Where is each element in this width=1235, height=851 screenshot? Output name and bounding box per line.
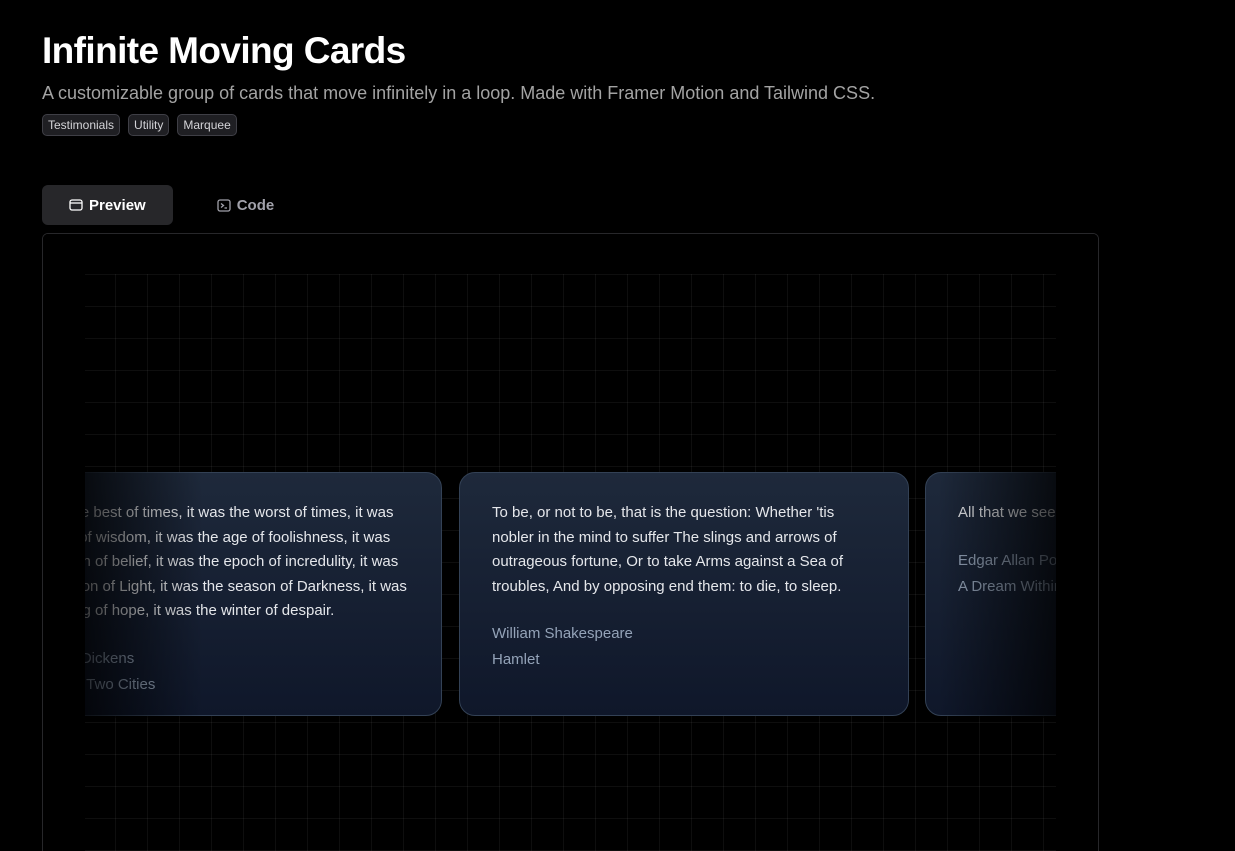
- tag-marquee[interactable]: Marquee: [177, 114, 237, 136]
- tag-list: Testimonials Utility Marquee: [42, 114, 237, 136]
- quote-card[interactable]: All that we see or seem is but a dream w…: [925, 472, 1058, 716]
- tab-preview-label: Preview: [89, 196, 146, 214]
- page: Infinite Moving Cards A customizable gro…: [0, 0, 1235, 851]
- card-author: Charles Dickens: [83, 649, 135, 667]
- grid-left-fade: [43, 234, 85, 851]
- quote-card[interactable]: To be, or not to be, that is the questio…: [459, 472, 909, 716]
- tab-preview[interactable]: Preview: [42, 185, 173, 225]
- moving-cards-scroller[interactable]: It was the best of times, it was the wor…: [83, 472, 1058, 718]
- tab-code-label: Code: [236, 196, 275, 214]
- preview-panel: It was the best of times, it was the wor…: [42, 233, 1099, 851]
- tag-utility[interactable]: Utility: [128, 114, 170, 136]
- card-author: Edgar Allan Poe: [958, 551, 1058, 569]
- view-tabs: Preview Code: [42, 185, 301, 225]
- page-subtitle: A customizable group of cards that move …: [42, 83, 876, 103]
- grid-right-fade: [1056, 234, 1098, 851]
- tab-code[interactable]: Code: [190, 185, 302, 225]
- card-author: William Shakespeare: [492, 625, 633, 642]
- card-work: Hamlet: [492, 651, 540, 668]
- terminal-icon: [217, 198, 231, 212]
- moving-cards-track: It was the best of times, it was the wor…: [83, 472, 1058, 718]
- tag-testimonials[interactable]: Testimonials: [42, 114, 121, 136]
- card-work: A Dream Within a Dream: [958, 577, 1058, 595]
- card-quote: It was the best of times, it was the wor…: [83, 504, 407, 619]
- card-work: A Tale of Two Cities: [83, 675, 156, 693]
- browser-window-icon: [69, 199, 83, 211]
- quote-card[interactable]: It was the best of times, it was the wor…: [83, 472, 442, 716]
- grid-top-fade: [43, 234, 1098, 274]
- page-title: Infinite Moving Cards: [42, 30, 406, 71]
- card-quote: To be, or not to be, that is the questio…: [492, 504, 844, 595]
- card-quote: All that we see or seem is but a dream w…: [958, 504, 1058, 521]
